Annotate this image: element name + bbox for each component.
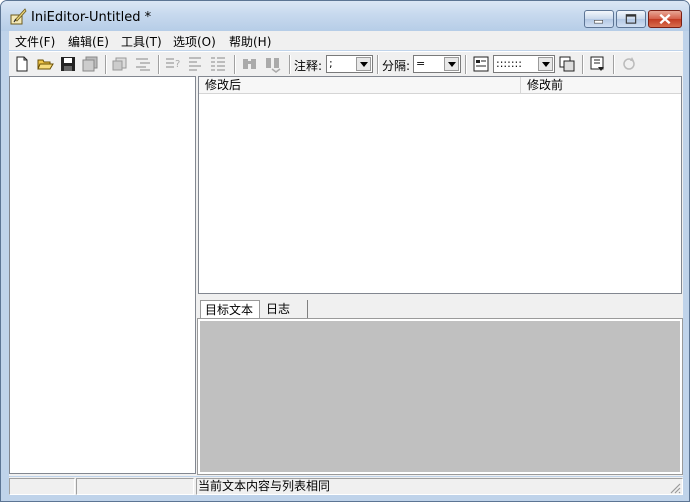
align-icon[interactable] (134, 55, 152, 73)
sort-icon[interactable]: ? (164, 55, 182, 73)
separator-select-value: = (416, 57, 426, 70)
toolbar-separator (234, 55, 236, 74)
list-header: 修改后 修改前 (199, 77, 681, 94)
resize-grip-icon[interactable] (669, 482, 681, 494)
tab-target-text[interactable]: 目标文本 (200, 300, 260, 320)
menu-tools[interactable]: 工具(T) (121, 33, 162, 50)
toolbar: ? 注释: ; 分隔: = ::::::: (9, 51, 683, 76)
window-title: IniEditor-Untitled * (31, 10, 152, 25)
separator-select[interactable]: = (413, 55, 461, 73)
status-message: 当前文本内容与列表相同 (196, 478, 683, 495)
close-icon (659, 13, 671, 25)
settings-icon[interactable] (472, 55, 490, 73)
chevron-down-icon[interactable] (538, 57, 553, 71)
column-header-after[interactable]: 修改后 (199, 77, 521, 94)
format-select-value: ::::::: (496, 57, 522, 70)
menu-edit[interactable]: 编辑(E) (68, 33, 109, 50)
status-bar: 当前文本内容与列表相同 (9, 477, 683, 495)
toolbar-separator (465, 55, 467, 74)
tab-content-panel[interactable] (197, 318, 683, 475)
export-icon[interactable] (589, 55, 607, 73)
open-folder-icon[interactable] (36, 55, 54, 73)
find-replace-icon[interactable] (264, 55, 282, 73)
app-feather-icon (10, 8, 27, 25)
minimize-button[interactable] (584, 10, 614, 28)
section-tree-pane[interactable] (9, 76, 196, 474)
toolbar-separator (158, 55, 160, 74)
format-select[interactable]: ::::::: (493, 55, 555, 73)
client-area: 修改后 修改前 目标文本 日志 (9, 76, 683, 476)
app-window: IniEditor-Untitled * 文件(F) 编辑(E) 工具(T) 选… (0, 0, 690, 502)
save-all-icon[interactable] (81, 55, 99, 73)
minimize-icon (594, 20, 604, 24)
menu-file[interactable]: 文件(F) (15, 33, 55, 50)
svg-text:?: ? (175, 59, 180, 70)
new-file-icon[interactable] (13, 55, 31, 73)
menu-options[interactable]: 选项(O) (173, 33, 216, 50)
toolbar-separator (377, 55, 379, 74)
toolbar-separator (582, 55, 584, 74)
refresh-icon[interactable] (620, 55, 638, 73)
status-pane-2 (76, 478, 194, 495)
separator-label: 分隔: (382, 59, 411, 73)
toolbar-separator (613, 55, 615, 74)
maximize-button[interactable] (616, 10, 646, 28)
toolbar-separator (289, 55, 291, 74)
tab-strip: 目标文本 日志 (198, 298, 682, 320)
comment-label: 注释: (294, 59, 323, 73)
cut-icon[interactable] (111, 55, 129, 73)
maximize-icon (625, 14, 637, 24)
comment-select-value: ; (329, 57, 333, 70)
column-header-before[interactable]: 修改前 (521, 77, 681, 94)
save-icon[interactable] (59, 55, 77, 73)
menu-bar: 文件(F) 编辑(E) 工具(T) 选项(O) 帮助(H) (9, 31, 683, 50)
find-icon[interactable] (241, 55, 259, 73)
chevron-down-icon[interactable] (444, 57, 459, 71)
chevron-down-icon[interactable] (356, 57, 371, 71)
status-pane-1 (9, 478, 75, 495)
close-button[interactable] (648, 10, 682, 28)
menu-help[interactable]: 帮助(H) (229, 33, 271, 50)
comment-select[interactable]: ; (326, 55, 373, 73)
align-left-icon[interactable] (187, 55, 205, 73)
list-icon[interactable] (209, 55, 227, 73)
copy-icon[interactable] (558, 55, 576, 73)
diff-list[interactable]: 修改后 修改前 (198, 76, 682, 294)
title-bar[interactable]: IniEditor-Untitled * (1, 1, 689, 31)
toolbar-separator (105, 55, 107, 74)
tab-log[interactable]: 日志 (262, 300, 308, 320)
